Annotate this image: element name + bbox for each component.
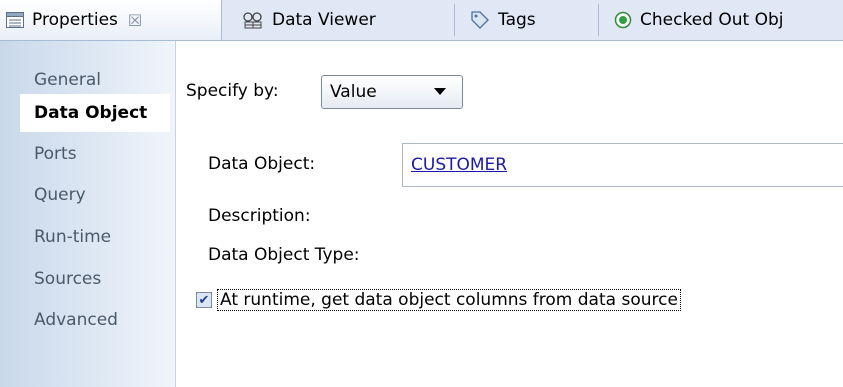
tab-tags[interactable]: Tags (470, 0, 536, 40)
data-viewer-icon (242, 11, 264, 29)
tab-checked-out[interactable]: Checked Out Obj (614, 0, 783, 40)
data-object-link[interactable]: CUSTOMER (411, 155, 507, 175)
specify-by-dropdown[interactable]: Value (321, 75, 463, 109)
tab-separator (598, 4, 599, 36)
data-object-field: CUSTOMER (402, 143, 843, 187)
nav-item-ports[interactable]: Ports (20, 135, 170, 173)
tab-separator (454, 4, 455, 36)
tab-properties-label: Properties (32, 10, 118, 30)
nav-item-data-object[interactable]: Data Object (20, 94, 170, 132)
tab-data-viewer-label: Data Viewer (272, 10, 376, 30)
nav-item-sources[interactable]: Sources (20, 260, 170, 298)
nav-item-run-time[interactable]: Run-time (20, 218, 170, 256)
runtime-columns-label[interactable]: At runtime, get data object columns from… (217, 289, 681, 311)
tag-icon (470, 10, 490, 30)
close-icon[interactable]: ☒ (128, 11, 142, 30)
tab-checked-out-label: Checked Out Obj (640, 10, 784, 30)
tab-tags-label: Tags (498, 10, 536, 30)
chevron-down-icon (434, 88, 446, 95)
specify-by-label: Specify by: (186, 81, 279, 101)
tab-properties[interactable]: Properties ☒ (0, 0, 222, 40)
data-object-type-label: Data Object Type: (208, 245, 360, 265)
data-object-label: Data Object: (208, 154, 316, 174)
checkmark-icon: ✔ (198, 292, 210, 308)
properties-icon (6, 12, 24, 28)
nav-item-query[interactable]: Query (20, 176, 170, 214)
description-label: Description: (208, 206, 311, 226)
checked-out-icon (614, 11, 632, 29)
properties-nav: General Data Object Ports Query Run-time… (0, 41, 176, 387)
properties-content: Specify by: Value Data Object: CUSTOMER … (176, 41, 843, 387)
nav-item-advanced[interactable]: Advanced (20, 301, 170, 339)
specify-by-value: Value (330, 82, 377, 102)
tab-data-viewer[interactable]: Data Viewer (242, 0, 376, 40)
runtime-columns-checkbox[interactable]: ✔ (196, 292, 212, 308)
editor-tab-bar: Properties ☒ Data Viewer Tags Checked Ou… (0, 0, 843, 41)
